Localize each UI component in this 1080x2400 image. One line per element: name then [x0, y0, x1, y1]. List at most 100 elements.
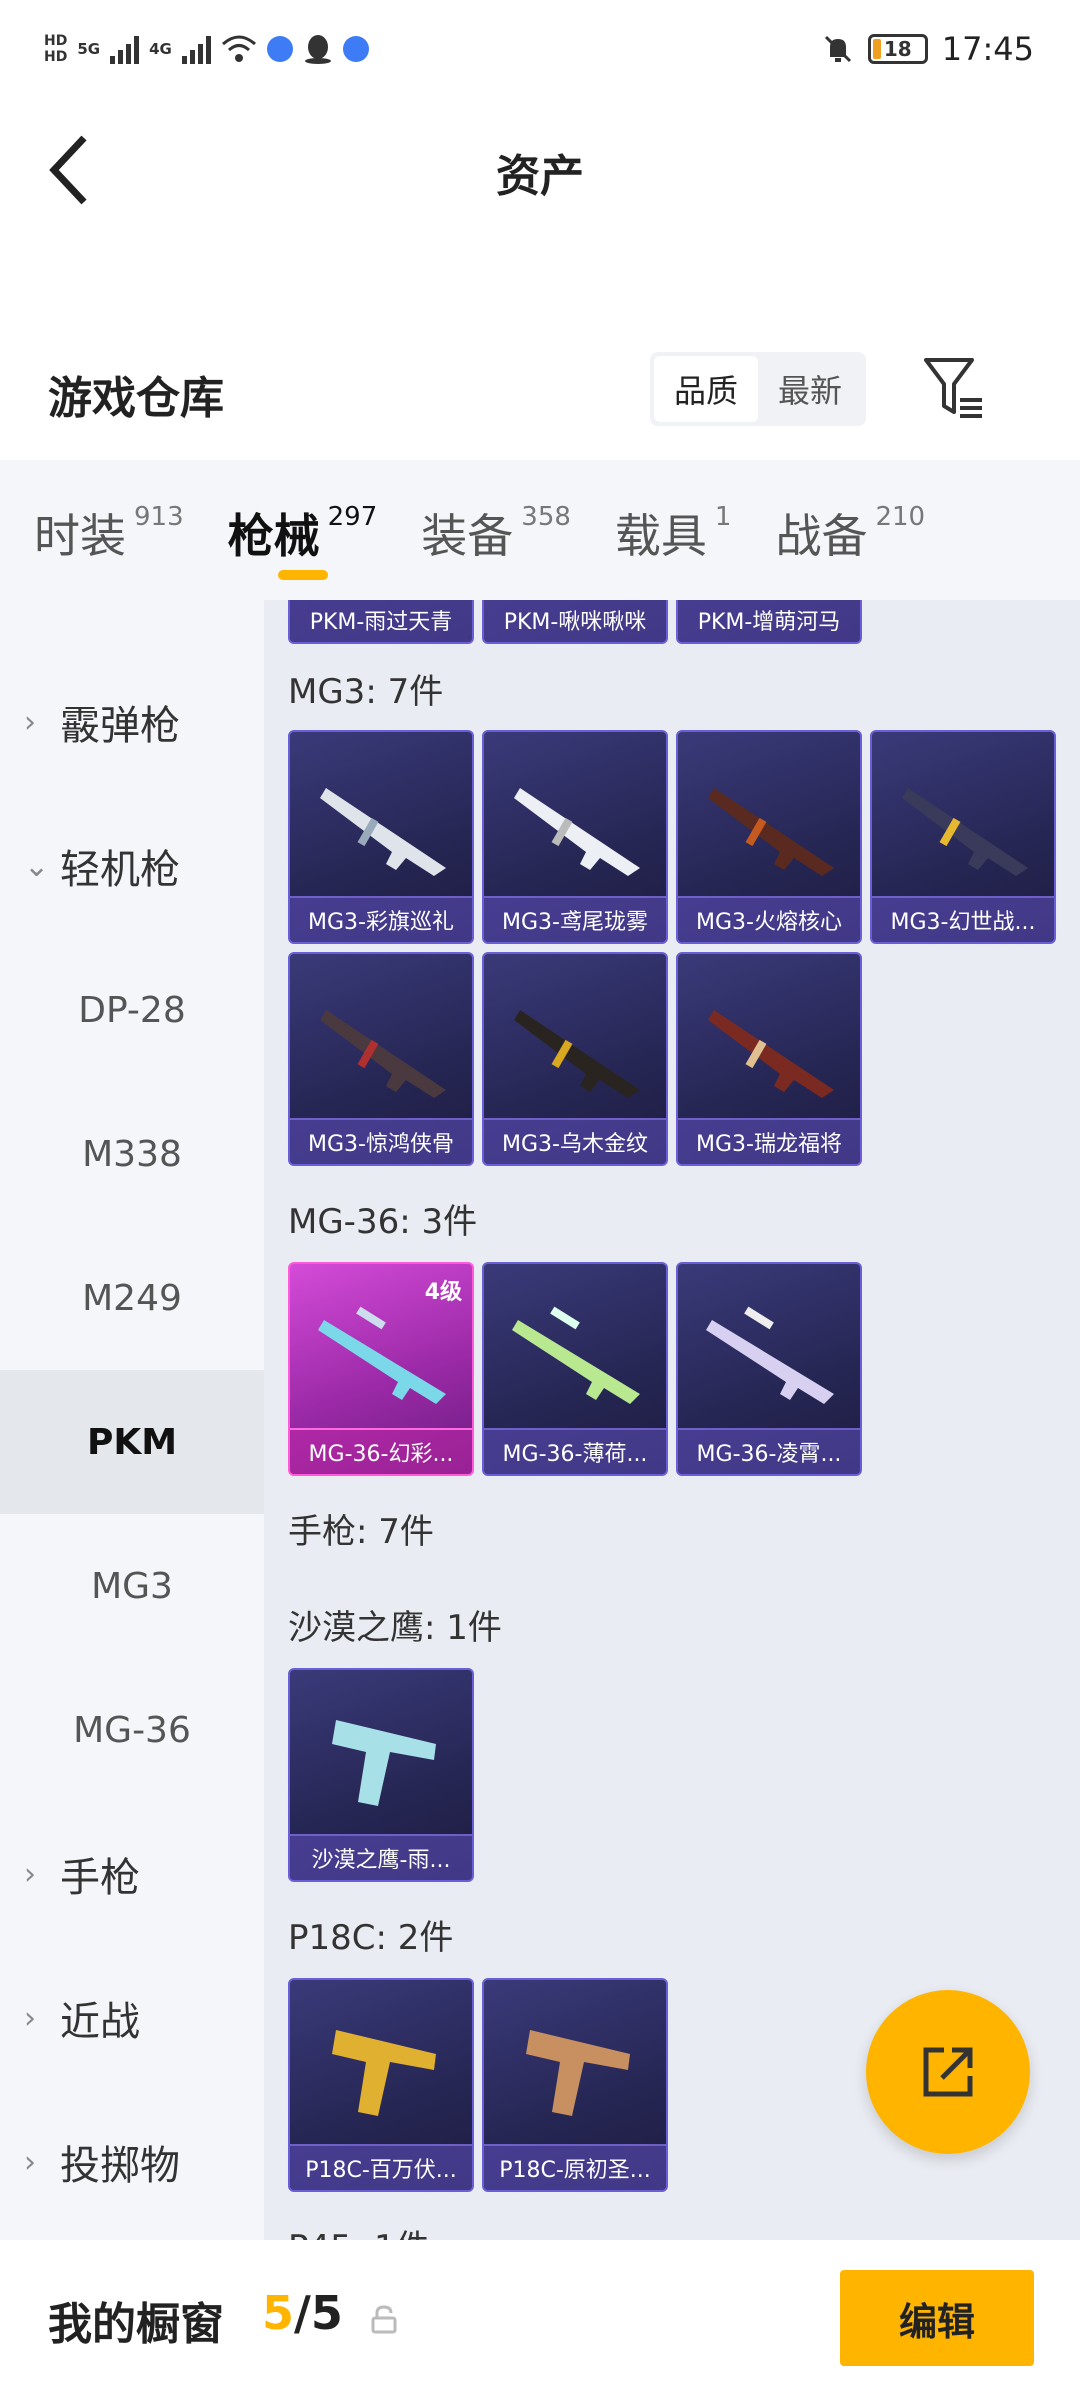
sidebar-item-mg3[interactable]: MG3	[0, 1514, 264, 1658]
tab-label: 战备	[775, 509, 868, 563]
pistol-icon	[332, 1720, 436, 1806]
tab-label: 时装	[34, 509, 126, 563]
machine-gun-icon	[708, 1010, 834, 1098]
showcase-count: 5/5	[262, 2286, 343, 2340]
showcase-label: 我的橱窗	[48, 2299, 224, 2350]
edit-button[interactable]: 编辑	[840, 2270, 1034, 2366]
signal-icon	[110, 34, 140, 64]
skin-card[interactable]: P18C-百万伏...	[288, 1978, 474, 2192]
section-title-mg36: MG-36: 3件	[288, 1202, 478, 1242]
skin-card[interactable]: MG-36-凌霄...	[676, 1262, 862, 1476]
network-4g-label: 4G	[149, 40, 172, 58]
skin-name: 沙漠之鹰-雨...	[290, 1834, 472, 1880]
skin-card[interactable]: MG3-幻世战...	[870, 730, 1056, 944]
machine-gun-icon	[708, 788, 834, 876]
sidebar-item-melee[interactable]: › 近战	[0, 1946, 264, 2090]
sidebar-item-pistol[interactable]: › 手枪	[0, 1802, 264, 1946]
skin-name: MG3-瑞龙福将	[678, 1118, 860, 1164]
sidebar-item-dp28[interactable]: DP-28	[0, 938, 264, 1082]
sidebar-item-label: 投掷物	[60, 2143, 180, 2189]
skin-card[interactable]: MG3-鸢尾珑雾	[482, 730, 668, 944]
skin-card-pkm-3[interactable]: PKM-增萌河马	[676, 600, 862, 644]
sidebar-item-m338[interactable]: M338	[0, 1082, 264, 1226]
wifi-icon	[221, 35, 256, 62]
sidebar-item-pkm[interactable]: PKM	[0, 1370, 264, 1514]
skin-card[interactable]: MG3-火熔核心	[676, 730, 862, 944]
machine-gun-icon	[514, 788, 640, 876]
machine-gun-icon	[902, 788, 1028, 876]
sidebar-item-shotgun[interactable]: › 霰弹枪	[0, 650, 264, 794]
skin-card-pkm-2[interactable]: PKM-啾咪啾咪	[482, 600, 668, 644]
sidebar-item-m249[interactable]: M249	[0, 1226, 264, 1370]
tab-count: 297	[327, 502, 378, 532]
battery-icon: 18	[867, 34, 928, 64]
tab-fashion[interactable]: 时装 913	[34, 460, 184, 600]
sidebar-item-label: 轻机枪	[60, 847, 180, 893]
machine-gun-icon	[320, 788, 446, 876]
qq-icon	[304, 35, 331, 64]
status-right: 18 17:45	[822, 24, 1034, 74]
showcase-count-current: 5	[262, 2286, 295, 2340]
section-title-p18c: P18C: 2件	[288, 1918, 454, 1958]
signal-icon-2	[181, 34, 211, 64]
chevron-right-icon: ›	[24, 2000, 36, 2036]
skin-card[interactable]: P18C-原初圣...	[482, 1978, 668, 2192]
tab-firearms[interactable]: 枪械 297	[227, 460, 378, 600]
skin-card[interactable]: MG3-乌木金纹	[482, 952, 668, 1166]
status-left: HD HD 5G 4G	[44, 24, 369, 74]
tab-label: 载具	[614, 509, 707, 563]
tab-count: 913	[134, 502, 184, 532]
hd-icon: HD HD	[44, 33, 68, 65]
rifle-icon	[512, 1306, 640, 1404]
sidebar-item-mg36[interactable]: MG-36	[0, 1658, 264, 1802]
skin-name: MG-36-薄荷...	[484, 1428, 666, 1474]
mute-bell-icon	[824, 35, 851, 63]
pistol-icon	[526, 2030, 630, 2116]
page-title: 资产	[496, 151, 584, 202]
skin-card[interactable]: MG3-瑞龙福将	[676, 952, 862, 1166]
share-fab-button[interactable]	[866, 1990, 1030, 2154]
network-5g-label: 5G	[77, 40, 101, 58]
tab-label: 枪械	[227, 509, 320, 563]
clock: 17:45	[941, 30, 1034, 68]
sidebar-item-throwable[interactable]: › 投掷物	[0, 2090, 264, 2234]
skin-name: PKM-雨过天青	[290, 600, 472, 642]
skin-card[interactable]: MG3-惊鸿侠骨	[288, 952, 474, 1166]
skin-name: PKM-增萌河马	[678, 600, 860, 642]
sort-newest-button[interactable]: 最新	[758, 356, 862, 422]
skin-card[interactable]: MG3-彩旗巡礼	[288, 730, 474, 944]
sort-quality-button[interactable]: 品质	[654, 356, 758, 422]
tab-gear[interactable]: 战备 210	[775, 460, 925, 600]
category-tabs: 时装 913 枪械 297 装备 358 载具 1 战备 210	[0, 460, 1080, 600]
skin-card[interactable]: 沙漠之鹰-雨...	[288, 1668, 474, 1882]
tab-count: 1	[714, 502, 732, 532]
skin-name: P18C-原初圣...	[484, 2144, 666, 2190]
warehouse-header: 游戏仓库 品质 最新	[0, 330, 1080, 450]
skin-name: MG3-惊鸿侠骨	[290, 1118, 472, 1164]
active-tab-indicator	[277, 570, 328, 580]
app-notification-icon	[266, 36, 293, 62]
skin-card[interactable]: 4级 MG-36-幻彩...	[288, 1262, 474, 1476]
tab-label: 装备	[421, 509, 514, 563]
app-header: 资产	[0, 100, 1080, 240]
skin-card[interactable]: MG-36-薄荷...	[482, 1262, 668, 1476]
tab-equipment[interactable]: 装备 358	[421, 460, 571, 600]
tab-count: 358	[521, 502, 571, 532]
machine-gun-icon	[320, 1010, 446, 1098]
sidebar-item-label: 霰弹枪	[60, 703, 180, 749]
skin-card-pkm-1[interactable]: PKM-雨过天青	[288, 600, 474, 644]
tab-vehicles[interactable]: 载具 1	[615, 460, 732, 600]
battery-level: 18	[883, 37, 912, 61]
sidebar-item-label: 近战	[60, 1999, 140, 2045]
showcase-count-separator: /	[294, 2286, 311, 2340]
showcase-bar: 我的橱窗 5/5 编辑	[0, 2240, 1080, 2400]
sidebar-item-label: 手枪	[60, 1855, 140, 1901]
chevron-right-icon: ›	[24, 2144, 36, 2180]
filter-icon[interactable]	[922, 354, 986, 424]
chevron-right-icon: ›	[24, 704, 36, 740]
chevron-down-icon: ⌄	[24, 848, 50, 884]
rifle-icon	[706, 1306, 834, 1404]
skin-name: MG3-火熔核心	[678, 896, 860, 942]
skin-name: MG-36-凌霄...	[678, 1428, 860, 1474]
sidebar-item-lmg[interactable]: ⌄ 轻机枪	[0, 794, 264, 938]
